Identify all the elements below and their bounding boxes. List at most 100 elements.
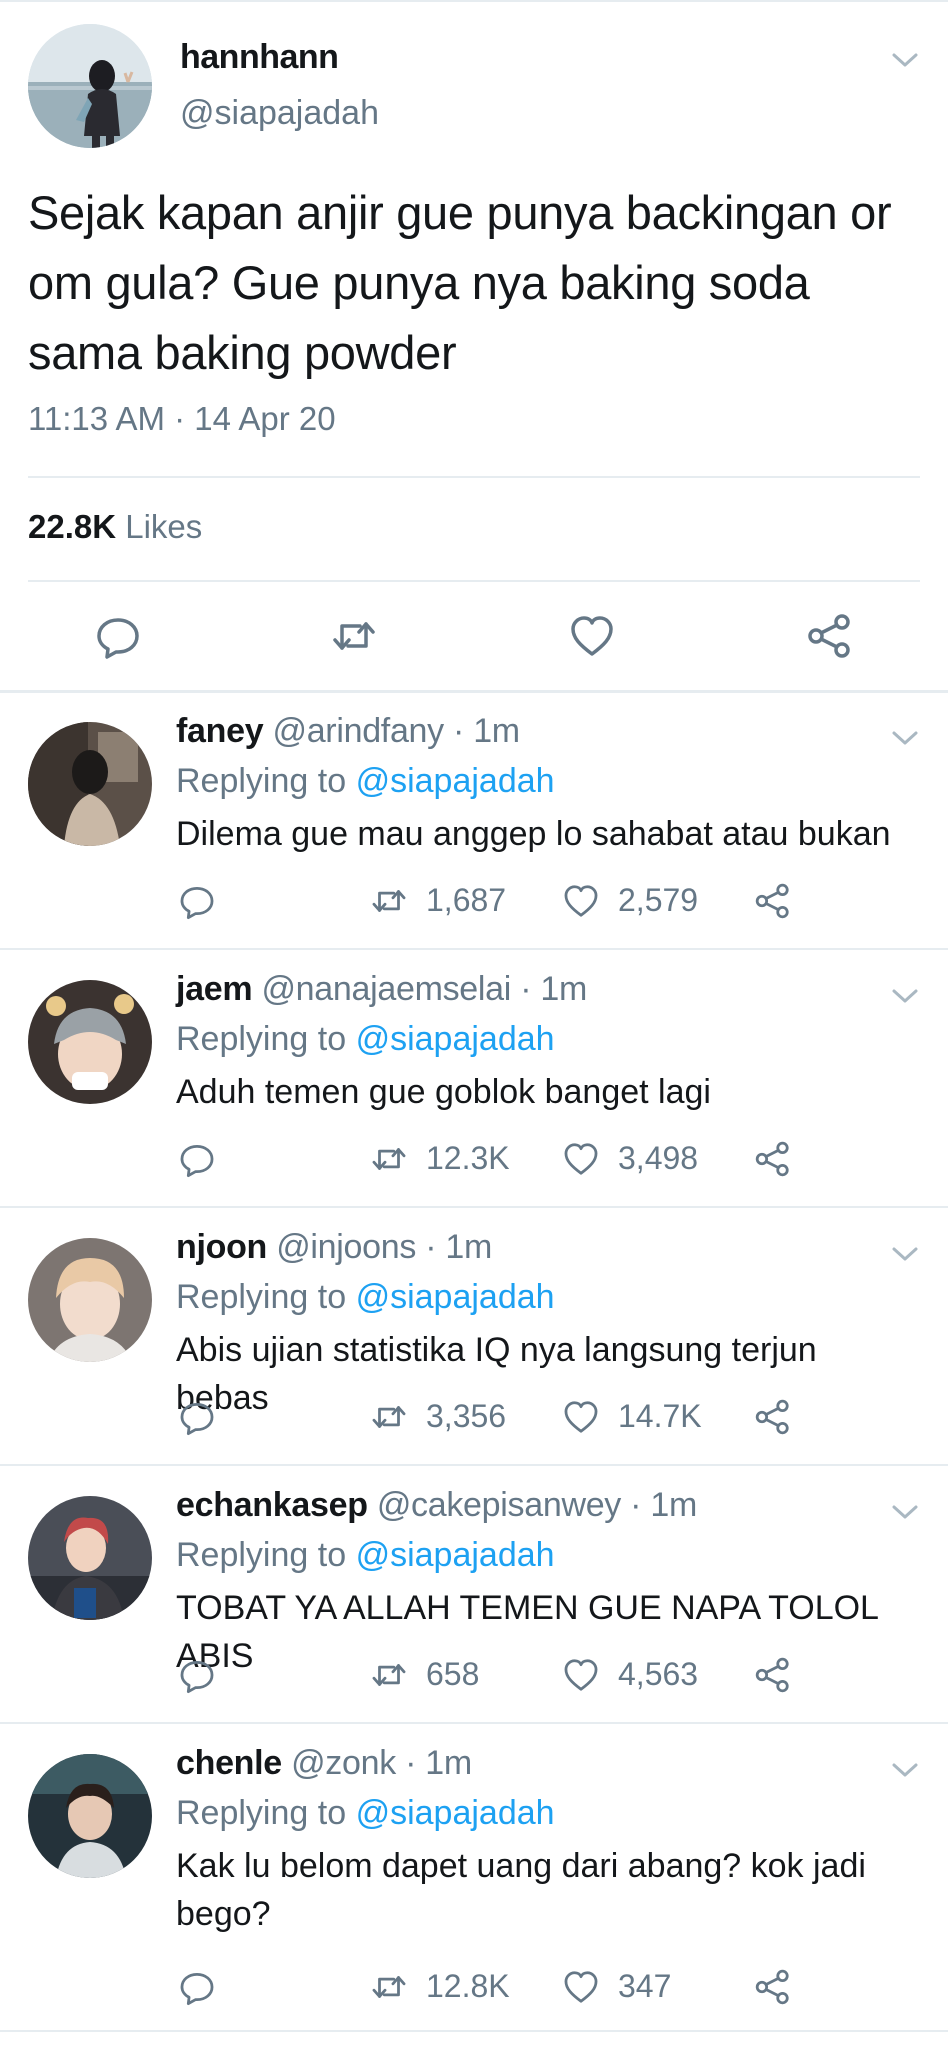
like-count: 4,563 [618, 1656, 699, 1692]
tweet-timestamp[interactable]: 11:13 AM · 14 Apr 20 [28, 400, 336, 438]
like-icon[interactable] [568, 612, 616, 660]
reply-avatar[interactable] [28, 980, 152, 1104]
reply-avatar[interactable] [28, 722, 152, 846]
replying-to: Replying to @siapajadah [176, 1278, 555, 1317]
reply-icon[interactable] [178, 1140, 216, 1178]
reply-time: · 1m [453, 712, 520, 750]
like-count: 347 [618, 1968, 672, 2004]
reply-display-name[interactable]: chenle [176, 1744, 282, 1782]
replying-prefix: Replying to [176, 1536, 347, 1574]
mention-link[interactable]: @siapajadah [356, 762, 555, 800]
author-avatar[interactable] [28, 24, 152, 148]
share-icon[interactable] [754, 1140, 792, 1178]
reply-display-name[interactable]: faney [176, 712, 264, 750]
reply-item[interactable]: jaem @nanajaemselai · 1m Replying to @si… [0, 950, 948, 1208]
retweet-icon[interactable] [370, 1140, 408, 1178]
share-icon[interactable] [754, 1968, 792, 2006]
retweet-icon[interactable] [330, 612, 378, 660]
like-icon[interactable] [562, 882, 600, 920]
reply-item[interactable]: chenle @zonk · 1m Replying to @siapajada… [0, 1724, 948, 2034]
replying-to: Replying to @siapajadah [176, 1020, 555, 1059]
reply-avatar[interactable] [28, 1754, 152, 1878]
likes-summary[interactable]: 22.8K Likes [28, 508, 202, 546]
reply-item[interactable]: echankasep @cakepisanwey · 1m Replying t… [0, 1466, 948, 1724]
chevron-down-icon[interactable] [890, 50, 920, 70]
reply-icon[interactable] [178, 882, 216, 920]
divider [0, 2030, 948, 2032]
mention-link[interactable]: @siapajadah [356, 1278, 555, 1316]
reply-text: Aduh temen gue goblok banget lagi [176, 1073, 711, 1111]
share-icon[interactable] [754, 1656, 792, 1694]
share-icon[interactable] [754, 1398, 792, 1436]
chevron-down-icon[interactable] [890, 1502, 920, 1522]
chevron-down-icon[interactable] [890, 1760, 920, 1780]
replying-to: Replying to @siapajadah [176, 1536, 555, 1575]
reply-time: · 1m [405, 1744, 472, 1782]
replying-prefix: Replying to [176, 762, 347, 800]
reply-header: faney @arindfany · 1m [176, 712, 520, 751]
reply-icon[interactable] [178, 1656, 216, 1694]
replying-to: Replying to @siapajadah [176, 1794, 555, 1833]
retweet-icon[interactable] [370, 882, 408, 920]
mention-link[interactable]: @siapajadah [356, 1794, 555, 1832]
reply-handle[interactable]: @nanajaemselai [261, 970, 511, 1008]
reply-item[interactable]: njoon @injoons · 1m Replying to @siapaja… [0, 1208, 948, 1466]
replying-prefix: Replying to [176, 1794, 347, 1832]
author-display-name[interactable]: hannhann [180, 38, 339, 77]
retweet-icon[interactable] [370, 1968, 408, 2006]
like-count: 3,498 [618, 1140, 699, 1176]
like-count: 2,579 [618, 882, 699, 918]
reply-header: jaem @nanajaemselai · 1m [176, 970, 587, 1009]
reply-header: chenle @zonk · 1m [176, 1744, 472, 1783]
replying-prefix: Replying to [176, 1278, 347, 1316]
retweet-count: 12.3K [426, 1140, 510, 1176]
reply-item[interactable]: faney @arindfany · 1m Replying to @siapa… [0, 692, 948, 950]
reply-header: njoon @injoons · 1m [176, 1228, 492, 1267]
reply-time: · 1m [520, 970, 587, 1008]
author-handle[interactable]: @siapajadah [180, 94, 379, 133]
likes-count: 22.8K [28, 508, 117, 545]
retweet-count: 12.8K [426, 1968, 510, 2004]
reply-display-name[interactable]: njoon [176, 1228, 267, 1266]
share-icon[interactable] [754, 882, 792, 920]
reply-handle[interactable]: @injoons [276, 1228, 416, 1266]
retweet-icon[interactable] [370, 1398, 408, 1436]
reply-avatar[interactable] [28, 1496, 152, 1620]
retweet-count: 1,687 [426, 882, 507, 918]
reply-text: TOBAT YA ALLAH TEMEN GUE NAPA TOLOL ABIS [176, 1589, 878, 1675]
like-count: 14.7K [618, 1398, 702, 1434]
reply-display-name[interactable]: jaem [176, 970, 253, 1008]
reply-handle[interactable]: @cakepisanwey [377, 1486, 621, 1524]
replying-to: Replying to @siapajadah [176, 762, 555, 801]
like-icon[interactable] [562, 1968, 600, 2006]
reply-icon[interactable] [94, 612, 142, 660]
reply-icon[interactable] [178, 1968, 216, 2006]
chevron-down-icon[interactable] [890, 728, 920, 748]
divider [28, 580, 920, 582]
reply-handle[interactable]: @zonk [291, 1744, 396, 1782]
retweet-count: 658 [426, 1656, 480, 1692]
tweet-text: Sejak kapan anjir gue punya backingan or… [28, 186, 892, 379]
reply-text: Abis ujian statistika IQ nya langsung te… [176, 1331, 817, 1417]
retweet-count: 3,356 [426, 1398, 507, 1434]
top-divider [0, 0, 948, 2]
like-icon[interactable] [562, 1398, 600, 1436]
mention-link[interactable]: @siapajadah [356, 1536, 555, 1574]
replying-prefix: Replying to [176, 1020, 347, 1058]
reply-time: · 1m [630, 1486, 697, 1524]
retweet-icon[interactable] [370, 1656, 408, 1694]
reply-display-name[interactable]: echankasep [176, 1486, 368, 1524]
reply-avatar[interactable] [28, 1238, 152, 1362]
chevron-down-icon[interactable] [890, 986, 920, 1006]
mention-link[interactable]: @siapajadah [356, 1020, 555, 1058]
chevron-down-icon[interactable] [890, 1244, 920, 1264]
like-icon[interactable] [562, 1140, 600, 1178]
reply-icon[interactable] [178, 1398, 216, 1436]
reply-handle[interactable]: @arindfany [272, 712, 444, 750]
likes-label: Likes [125, 508, 203, 545]
share-icon[interactable] [806, 612, 854, 660]
reply-time: · 1m [425, 1228, 493, 1266]
reply-text: Kak lu belom dapet uang dari abang? kok … [176, 1847, 866, 1933]
reply-header: echankasep @cakepisanwey · 1m [176, 1486, 697, 1525]
like-icon[interactable] [562, 1656, 600, 1694]
